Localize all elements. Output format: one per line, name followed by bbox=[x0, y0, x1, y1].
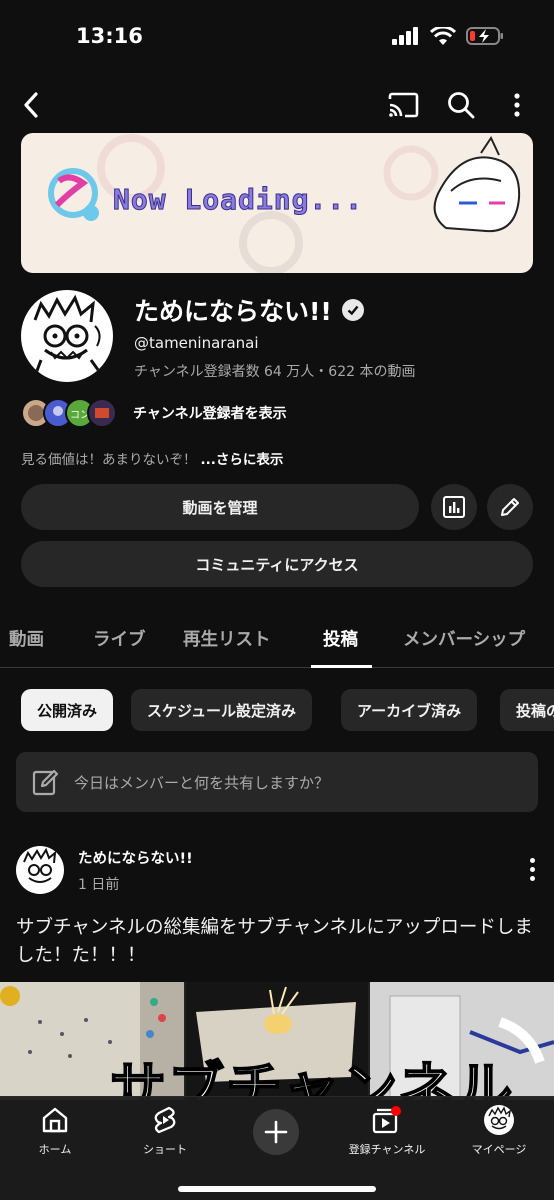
community-button[interactable]: コミュニティにアクセス bbox=[21, 541, 533, 587]
nav-shorts[interactable]: ショート bbox=[120, 1105, 210, 1157]
post-author-name[interactable]: ためにならない!! bbox=[78, 847, 193, 868]
channel-tabs: 動画 ライブ 再生リスト 投稿 メンバーシップ bbox=[0, 610, 554, 668]
bottom-navigation: ホーム ショート 登録チャンネル マイページ bbox=[0, 1096, 554, 1200]
notification-dot bbox=[391, 1106, 401, 1116]
verified-badge-icon bbox=[341, 299, 364, 321]
post-composer[interactable]: 今日はメンバーと何を共有しますか？ bbox=[16, 752, 538, 812]
tab-posts[interactable]: 投稿 bbox=[323, 626, 358, 651]
search-icon bbox=[448, 92, 475, 119]
analytics-button[interactable] bbox=[431, 484, 477, 530]
channel-banner: Now Loading... bbox=[21, 133, 533, 273]
channel-name-text: ためにならない!! bbox=[134, 297, 332, 326]
nav-subscriptions[interactable]: 登録チャンネル bbox=[342, 1105, 432, 1157]
show-more-link[interactable]: ...さらに表示 bbox=[201, 452, 284, 468]
nav-shorts-label: ショート bbox=[143, 1143, 187, 1156]
chip-scheduled[interactable]: スケジュール設定済み bbox=[131, 689, 312, 731]
compose-icon bbox=[32, 769, 59, 796]
wifi-icon bbox=[430, 26, 456, 45]
channel-handle: @tameninaranai bbox=[134, 334, 259, 352]
status-bar: 13:16 bbox=[0, 0, 554, 74]
active-tab-indicator bbox=[311, 665, 372, 668]
shorts-icon bbox=[154, 1106, 176, 1134]
cellular-signal-icon bbox=[392, 27, 418, 45]
profile-icon bbox=[484, 1105, 514, 1135]
post-more-button[interactable] bbox=[520, 854, 544, 884]
manage-videos-button[interactable]: 動画を管理 bbox=[21, 484, 419, 530]
channel-description-text: 見る価値は！あまりないぞ！ bbox=[21, 452, 197, 468]
channel-description[interactable]: 見る価値は！あまりないぞ！ ...さらに表示 bbox=[21, 448, 283, 468]
top-app-bar bbox=[0, 82, 554, 128]
nav-subscriptions-label: 登録チャンネル bbox=[348, 1143, 426, 1156]
channel-avatar[interactable] bbox=[21, 290, 113, 382]
back-arrow-icon bbox=[24, 92, 38, 118]
back-button[interactable] bbox=[14, 88, 48, 122]
create-icon bbox=[264, 1120, 288, 1144]
channel-name: ためにならない!! bbox=[134, 292, 364, 328]
more-options-button[interactable] bbox=[500, 88, 534, 122]
tab-membership[interactable]: メンバーシップ bbox=[403, 626, 525, 651]
nav-my-page[interactable]: マイページ bbox=[454, 1105, 544, 1157]
pencil-icon bbox=[501, 498, 519, 516]
channel-avatar-illustration-icon bbox=[33, 294, 103, 377]
more-vertical-icon bbox=[514, 93, 520, 117]
status-time: 13:16 bbox=[76, 24, 143, 48]
tab-live[interactable]: ライブ bbox=[93, 626, 146, 651]
post-image-caption: サブチャンネル bbox=[109, 1056, 515, 1100]
subscriptions-icon bbox=[372, 1106, 401, 1134]
view-subscribers-label: チャンネル登録者を表示 bbox=[133, 406, 287, 422]
post-text: サブチャンネルの総集編をサブチャンネルにアップロードしました！た！！！ bbox=[16, 917, 533, 966]
edit-channel-button[interactable] bbox=[487, 484, 533, 530]
search-button[interactable] bbox=[444, 88, 478, 122]
status-icons bbox=[392, 26, 504, 46]
nav-home-label: ホーム bbox=[38, 1143, 72, 1156]
tab-playlists[interactable]: 再生リスト bbox=[183, 626, 271, 651]
tab-videos[interactable]: 動画 bbox=[9, 626, 44, 651]
banner-title: Now Loading... bbox=[112, 183, 364, 217]
nav-my-page-label: マイページ bbox=[471, 1143, 527, 1156]
post-image[interactable]: サブチャンネル bbox=[0, 982, 554, 1100]
cast-icon bbox=[388, 92, 419, 118]
post-avatar-illustration-icon bbox=[23, 847, 57, 883]
cast-button[interactable] bbox=[386, 88, 420, 122]
analytics-icon bbox=[443, 496, 465, 518]
post-filter-chips: 公開済み スケジュール設定済み アーカイブ済み 投稿の bbox=[21, 689, 554, 731]
composer-placeholder: 今日はメンバーと何を共有しますか？ bbox=[74, 773, 330, 792]
chip-published[interactable]: 公開済み bbox=[21, 689, 114, 731]
subscriber-avatar bbox=[87, 398, 117, 428]
chip-more[interactable]: 投稿の bbox=[500, 689, 554, 731]
battery-charging-icon bbox=[466, 27, 503, 45]
chip-archived[interactable]: アーカイブ済み bbox=[341, 689, 478, 731]
post-timestamp: 1 日前 bbox=[78, 877, 120, 893]
channel-stats: チャンネル登録者数 64 万人・622 本の動画 bbox=[134, 364, 416, 380]
nav-home[interactable]: ホーム bbox=[10, 1105, 100, 1157]
home-icon bbox=[42, 1107, 68, 1133]
home-indicator[interactable] bbox=[178, 1186, 376, 1192]
post-author-avatar[interactable] bbox=[16, 846, 64, 894]
create-button[interactable] bbox=[253, 1109, 299, 1155]
view-subscribers-row[interactable]: コン チャンネル登録者を表示 bbox=[21, 397, 287, 429]
